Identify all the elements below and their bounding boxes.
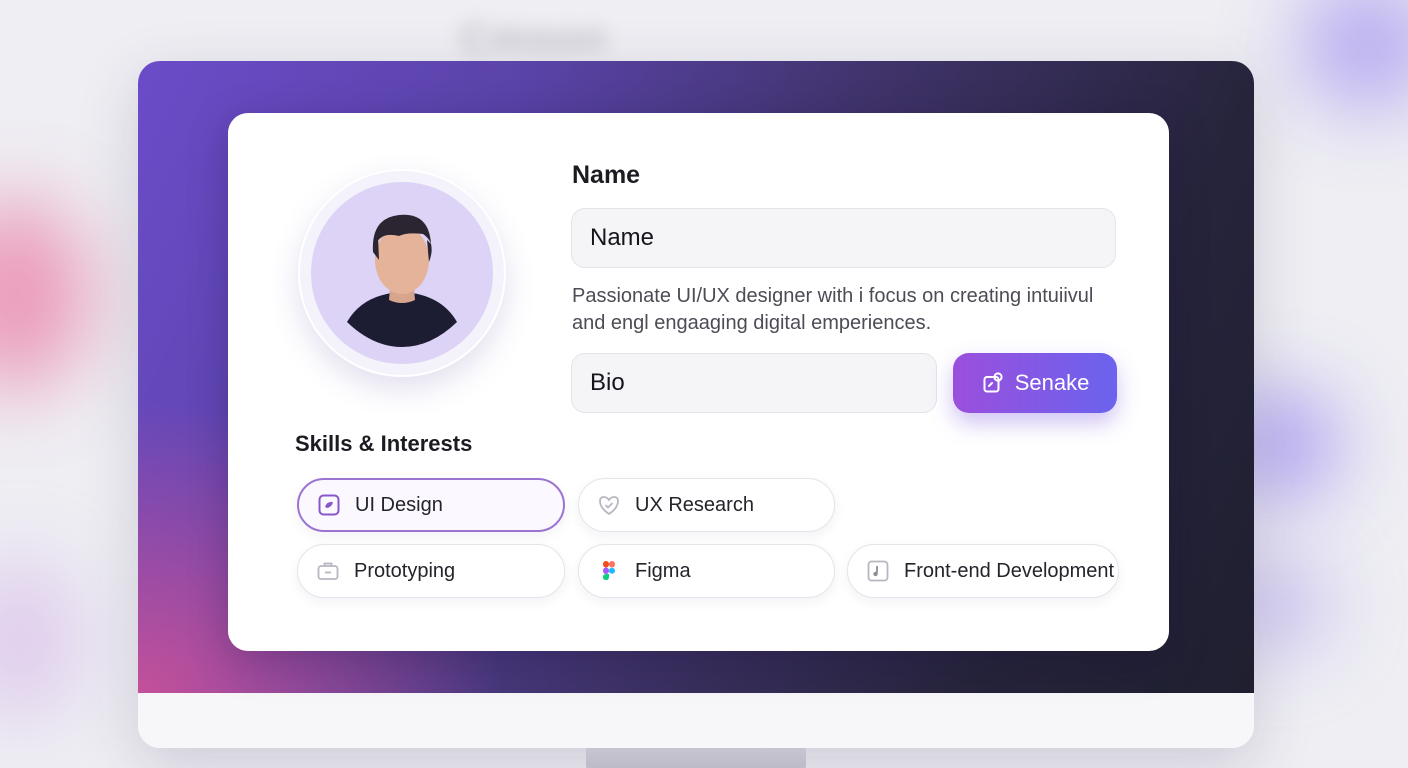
blurred-heading: Cmson xyxy=(460,14,608,61)
code-file-icon xyxy=(866,559,890,583)
decor-blob xyxy=(1298,0,1408,110)
profile-card: Name Name Passionate UI/UX designer with… xyxy=(228,113,1169,651)
skill-chip-front-end-development[interactable]: Front-end Development xyxy=(847,544,1119,598)
primary-action-label: Senake xyxy=(1014,370,1090,395)
skill-label: UX Research xyxy=(635,493,754,516)
edit-square-icon xyxy=(983,372,1003,393)
heart-shield-icon xyxy=(597,493,621,517)
figma-icon xyxy=(597,559,621,583)
skill-chip-figma[interactable]: Figma xyxy=(578,544,835,598)
name-input[interactable]: Name xyxy=(571,208,1116,268)
ui-design-icon xyxy=(317,493,341,517)
bio-input-value: Bio xyxy=(590,369,625,396)
skill-label: UI Design xyxy=(355,493,443,516)
decor-blob xyxy=(0,560,80,720)
skill-label: Figma xyxy=(635,559,691,582)
skill-label: Front-end Development xyxy=(904,559,1115,582)
monitor-bezel xyxy=(138,693,1254,748)
skills-title: Skills & Interests xyxy=(295,431,473,456)
skill-chip-ui-design[interactable]: UI Design xyxy=(297,478,565,532)
skill-chip-prototyping[interactable]: Prototyping xyxy=(297,544,565,598)
monitor-stand xyxy=(586,748,806,768)
name-input-value: Name xyxy=(590,224,655,251)
skill-label: Prototyping xyxy=(354,559,456,582)
name-label: Name xyxy=(572,161,641,189)
decor-blob xyxy=(0,200,90,390)
person-avatar-icon xyxy=(347,214,457,347)
bio-input[interactable]: Bio xyxy=(571,353,937,413)
skill-chip-ux-research[interactable]: UX Research xyxy=(578,478,835,532)
avatar-frame xyxy=(298,169,506,377)
bio-description: Passionate UI/UX designer with i focus o… xyxy=(572,285,1094,334)
avatar[interactable] xyxy=(311,182,493,364)
primary-action-button[interactable]: Senake xyxy=(953,353,1117,413)
briefcase-icon xyxy=(316,559,340,583)
